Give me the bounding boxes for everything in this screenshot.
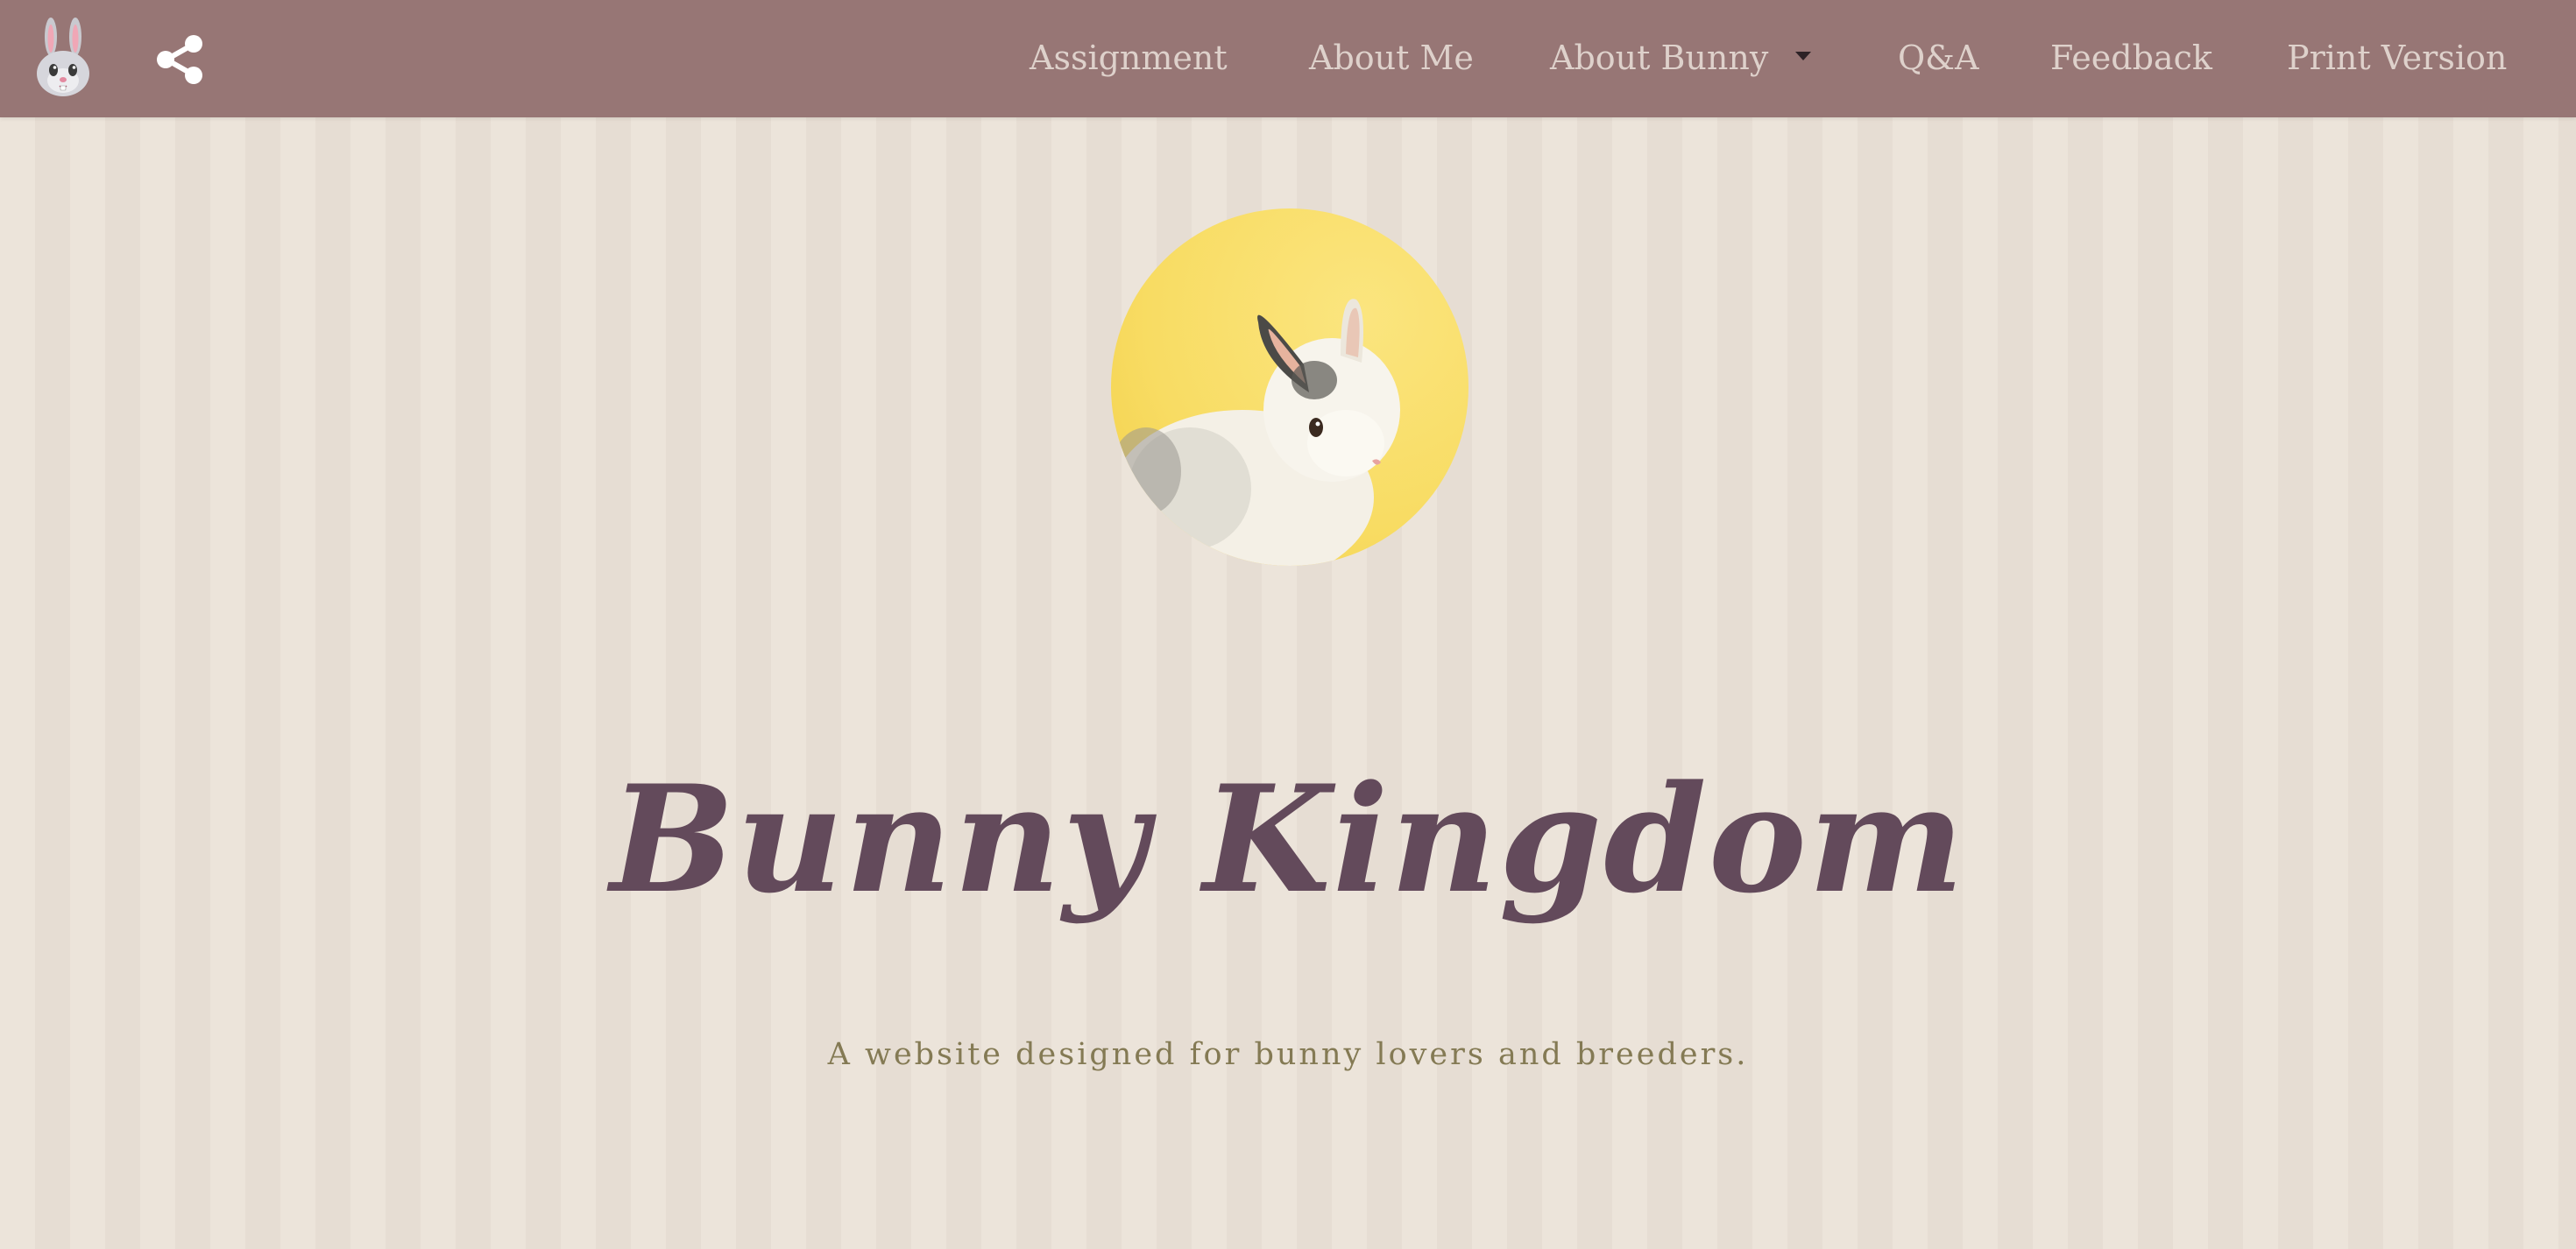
nav-feedback[interactable]: Feedback (2050, 33, 2212, 82)
site-title: Bunny Kingdom (610, 752, 1966, 926)
top-navbar: Assignment About Me About Bunny Q&A Feed… (0, 0, 2576, 117)
nav-qa[interactable]: Q&A (1898, 33, 1978, 82)
nav-assignment[interactable]: Assignment (1030, 33, 1228, 82)
chevron-down-icon[interactable] (1795, 52, 1811, 60)
nav-print-version[interactable]: Print Version (2287, 33, 2507, 82)
share-icon[interactable] (154, 33, 207, 86)
nav-about-me[interactable]: About Me (1309, 33, 1474, 82)
bunny-logo-icon[interactable] (33, 18, 93, 98)
hero-bunny-photo (1111, 208, 1468, 566)
site-tagline: A website designed for bunny lovers and … (827, 1037, 1749, 1072)
nav-about-bunny[interactable]: About Bunny (1550, 33, 1768, 82)
